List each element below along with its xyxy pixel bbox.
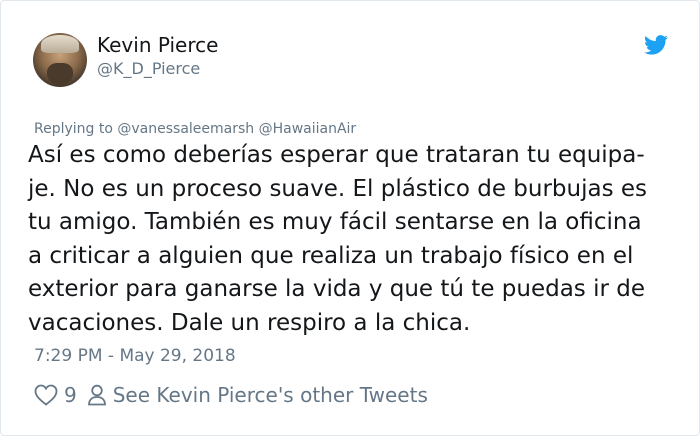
heart-outline-icon[interactable] [34, 384, 58, 406]
tweet-text-line: exterior para ganarse la vida y que tú t… [28, 276, 646, 302]
tweet-actions: 9 See Kevin Pierce's other Tweets [34, 381, 428, 409]
avatar[interactable] [33, 33, 87, 87]
tweet-text-line: vacaciones. Dale un respiro a la chica. [28, 309, 471, 336]
like-count: 9 [64, 383, 77, 407]
avatar-beard [47, 63, 73, 85]
tweet-text-line: Así es como deberías esperar que tratara… [28, 142, 645, 168]
tweet-timestamp[interactable]: 7:29 PM - May 29, 2018 [34, 346, 236, 366]
tweet-text: Así es como deberías esperar que tratara… [28, 139, 688, 340]
tweet-text-line: je. No es un proceso suave. El plástico … [28, 175, 648, 202]
tweet-text-line: tu amigo. También es muy fácil sentarse … [28, 209, 642, 235]
person-outline-icon [87, 384, 106, 406]
tweet-card: Kevin Pierce @K_D_Pierce Replying to @va… [0, 0, 700, 436]
see-other-tweets-link[interactable]: See Kevin Pierce's other Tweets [113, 383, 428, 407]
avatar-cap [41, 35, 79, 53]
twitter-bird-icon[interactable] [644, 34, 668, 56]
tweet-text-line: a criticar a alguien que realiza un trab… [28, 242, 634, 269]
user-name[interactable]: Kevin Pierce [97, 33, 218, 57]
replying-to: Replying to @vanessaleemarsh @HawaiianAi… [34, 121, 357, 137]
user-handle[interactable]: @K_D_Pierce [97, 59, 200, 78]
